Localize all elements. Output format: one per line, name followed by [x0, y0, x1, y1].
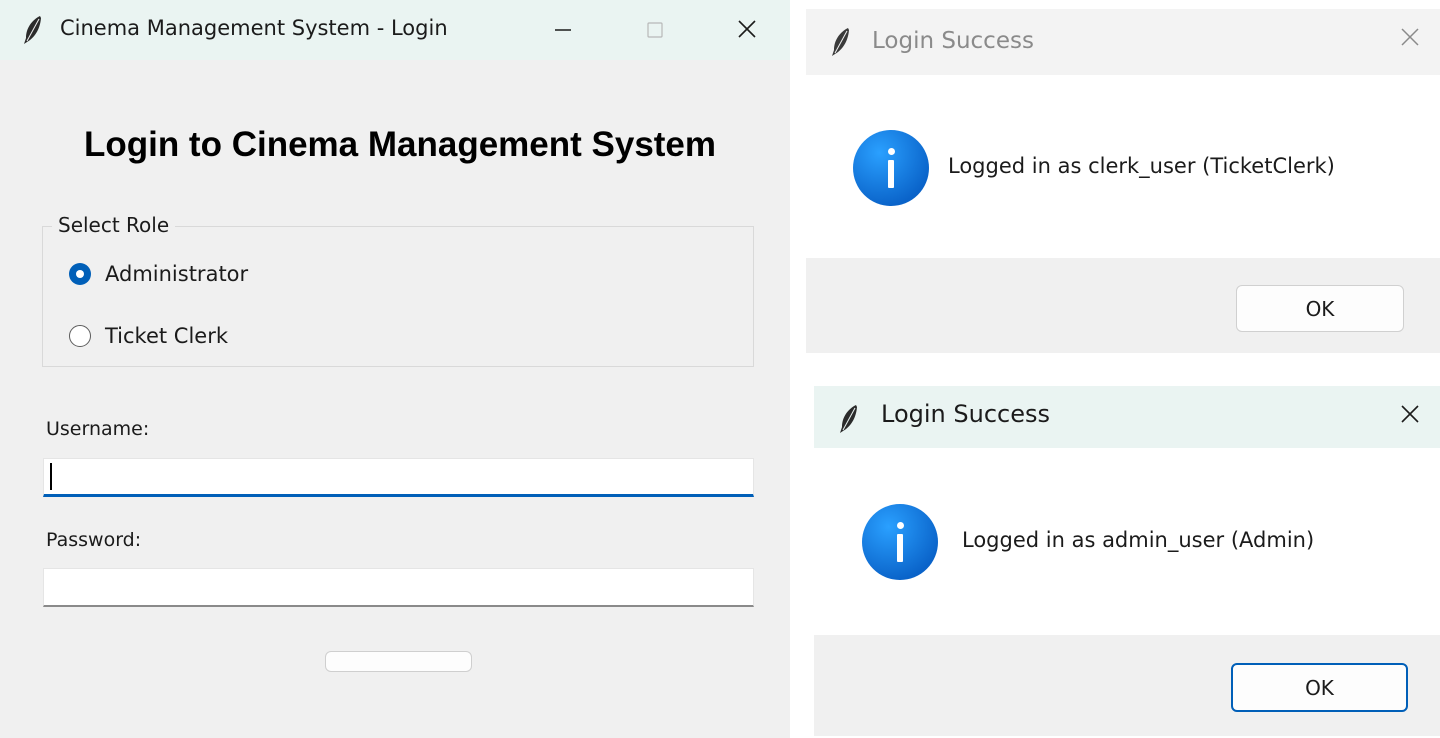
text-caret [50, 463, 52, 490]
feather-icon [830, 26, 852, 62]
feather-icon [838, 403, 860, 439]
dialog-title-bar[interactable]: Login Success [814, 386, 1440, 448]
username-input[interactable] [43, 458, 754, 497]
minimize-icon[interactable] [548, 18, 578, 42]
dialog-title: Login Success [872, 28, 1034, 54]
dialog-title: Login Success [881, 400, 1050, 428]
dialog-content: Logged in as clerk_user (TicketClerk) [806, 75, 1440, 258]
ok-button[interactable]: OK [1236, 285, 1404, 332]
info-icon [853, 130, 929, 206]
role-group-label: Select Role [52, 213, 176, 237]
role-radio-administrator[interactable]: Administrator [69, 262, 248, 286]
dialog-content: Logged in as admin_user (Admin) [814, 448, 1440, 635]
dialog-message: Logged in as clerk_user (TicketClerk) [948, 154, 1335, 178]
dialog-message: Logged in as admin_user (Admin) [962, 528, 1315, 552]
radio-unselected-icon [69, 325, 91, 347]
password-input[interactable] [43, 568, 754, 607]
close-icon[interactable] [732, 16, 762, 42]
password-label: Password: [46, 529, 142, 551]
login-success-dialog-clerk: Login Success Logged in as clerk_user (T… [806, 9, 1440, 353]
maximize-icon [640, 18, 670, 42]
radio-label: Ticket Clerk [105, 324, 229, 348]
window-title: Cinema Management System - Login [60, 16, 448, 40]
title-bar[interactable]: Cinema Management System - Login [0, 0, 790, 60]
info-icon [862, 504, 938, 580]
feather-icon [22, 14, 44, 50]
dialog-title-bar[interactable]: Login Success [806, 9, 1440, 75]
login-button[interactable] [325, 651, 472, 672]
close-icon[interactable] [1398, 25, 1422, 49]
role-radio-ticket-clerk[interactable]: Ticket Clerk [69, 324, 228, 348]
close-icon[interactable] [1398, 402, 1422, 426]
ok-button[interactable]: OK [1231, 663, 1408, 712]
login-success-dialog-admin: Login Success Logged in as admin_user (A… [814, 386, 1440, 736]
login-window: Cinema Management System - Login Login t… [0, 0, 790, 738]
username-label: Username: [46, 418, 150, 440]
login-heading: Login to Cinema Management System [83, 125, 717, 164]
radio-selected-icon [69, 263, 91, 285]
radio-label: Administrator [105, 262, 249, 286]
